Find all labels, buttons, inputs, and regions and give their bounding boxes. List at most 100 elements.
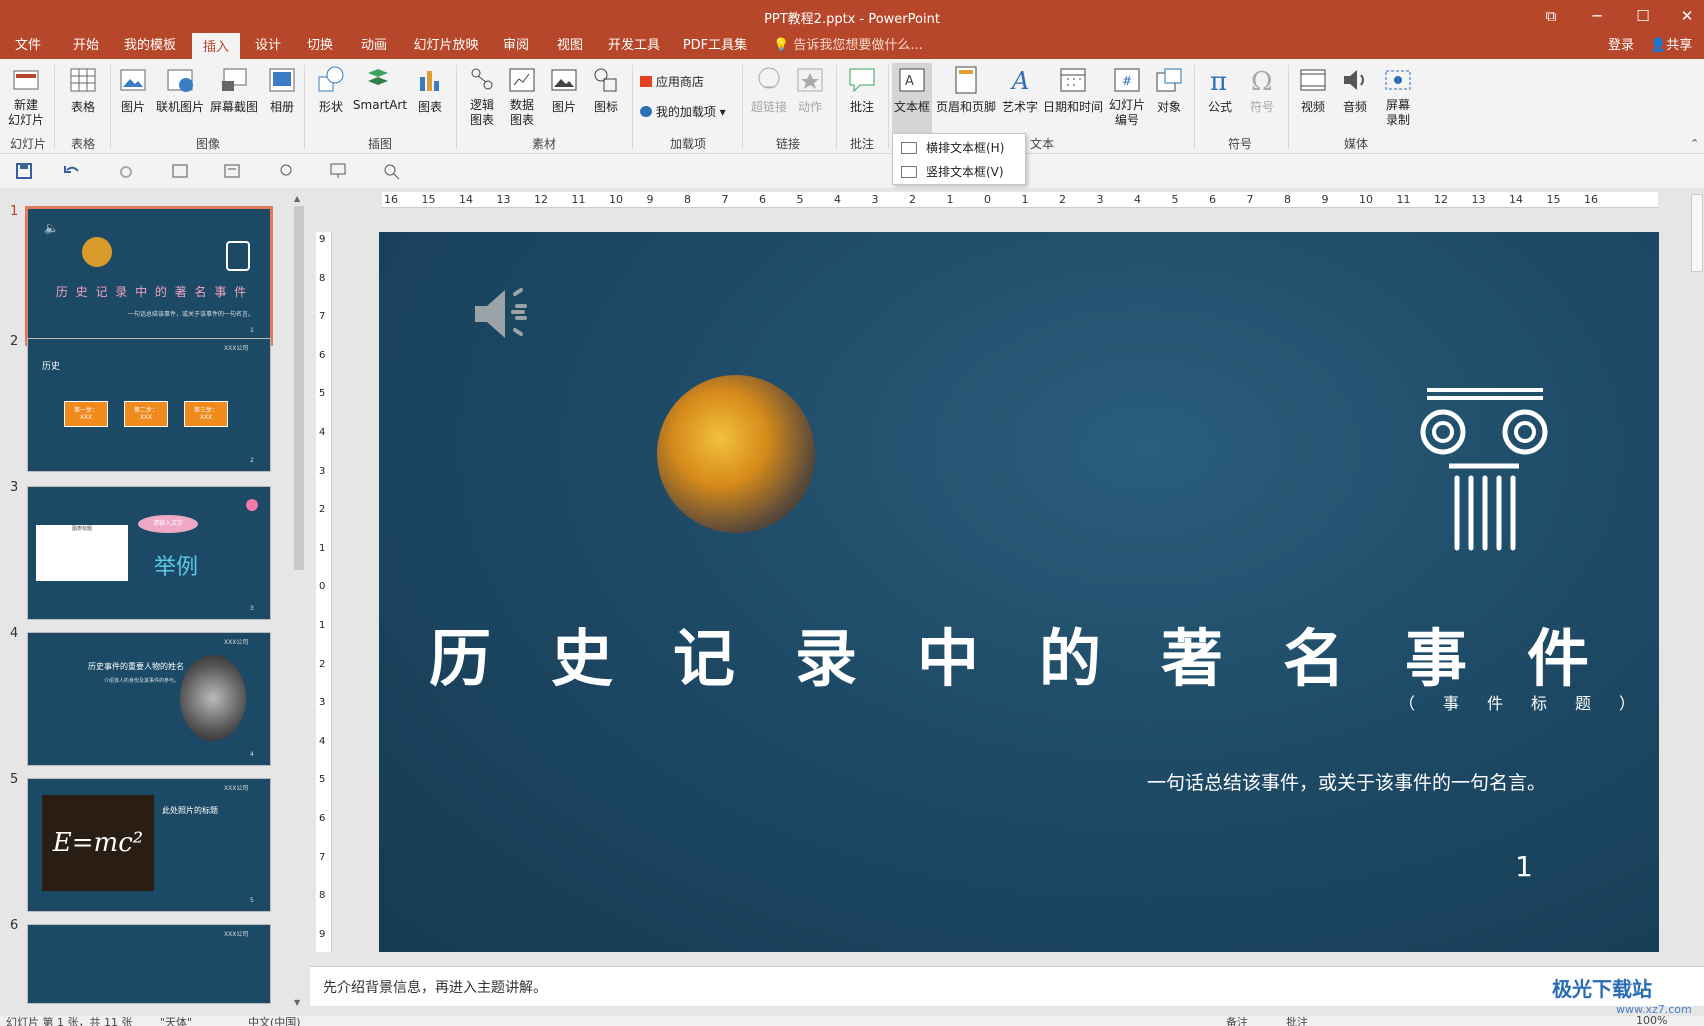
screenshot-button[interactable]: 屏幕截图 xyxy=(208,63,260,133)
shapes-button[interactable]: 形状 xyxy=(312,63,350,133)
vertical-textbox-item[interactable]: 竖排文本框(V) xyxy=(893,160,1025,184)
slide-quote[interactable]: 一句话总结该事件，或关于该事件的一句名言。 xyxy=(1147,768,1546,795)
thumb-chart: 图表标题 xyxy=(36,525,128,581)
notes-toggle[interactable]: 备注 xyxy=(1226,1016,1248,1026)
online-picture-button[interactable]: 联机图片 xyxy=(154,63,206,133)
pillar-icon xyxy=(226,241,250,271)
thumb-page: 5 xyxy=(250,897,254,904)
share-button[interactable]: 👤共享 xyxy=(1650,33,1692,59)
tab-file[interactable]: 文件 xyxy=(8,33,48,59)
slide-thumbnail-1[interactable]: 🔈 历 史 记 录 中 的 著 名 事 件 一句话总结该事件，或关于该事件的一句… xyxy=(25,206,273,346)
group-illustrations: 插图 xyxy=(367,137,392,151)
action-button[interactable]: 动作 xyxy=(792,63,828,133)
redo-icon[interactable] xyxy=(116,162,136,180)
logic-chart-button[interactable]: 逻辑 图表 xyxy=(464,63,500,133)
tab-my-templates[interactable]: 我的模板 xyxy=(122,33,178,59)
minimize-button[interactable]: ─ xyxy=(1582,5,1612,27)
picture-button[interactable]: 图片 xyxy=(116,63,150,133)
slide-page-number[interactable]: 1 xyxy=(1515,850,1533,883)
my-addins-button[interactable]: 我的加载项 ▾ xyxy=(640,103,736,121)
formula-image: E=mc² xyxy=(42,795,154,891)
ruler-mark: 7 xyxy=(319,851,326,863)
chevron-down-icon: ▾ xyxy=(719,105,726,119)
ruler-mark: 1 xyxy=(319,620,326,631)
tab-slideshow[interactable]: 幻灯片放映 xyxy=(412,33,480,59)
ruler-mark: 14 xyxy=(459,193,473,206)
material-picture-button[interactable]: 图片 xyxy=(546,63,582,133)
save-icon[interactable] xyxy=(14,162,34,180)
comment-button[interactable]: 批注 xyxy=(842,63,882,133)
canvas-scrollbar[interactable] xyxy=(1690,190,1704,966)
print-preview-icon[interactable] xyxy=(382,162,402,180)
slide-title[interactable]: 历史记录中的著名事件 xyxy=(379,608,1659,698)
slide-thumbnail-2[interactable]: 历史 XXX公司 第一步： XXX 第二步： XXX 第三步： XXX 2 xyxy=(27,338,271,472)
slideshow-icon[interactable] xyxy=(328,162,348,180)
slide-number-button[interactable]: # 幻灯片 编号 xyxy=(1106,63,1148,133)
audio-button[interactable]: 音频 xyxy=(1336,63,1374,133)
close-button[interactable]: ✕ xyxy=(1672,5,1702,27)
object-button[interactable]: 对象 xyxy=(1152,63,1186,133)
slide-thumbnail-4[interactable]: XXX公司 历史事件的重要人物的姓名 介绍该人的身份及其事件的参与。 4 xyxy=(27,632,271,766)
tab-review[interactable]: 审阅 xyxy=(498,33,534,59)
chart-button[interactable]: 图表 xyxy=(412,63,448,133)
thumbnails-scrollbar[interactable]: ▲ ▼ xyxy=(292,192,306,1012)
thumb-number: 2 xyxy=(10,334,19,349)
new-slide-button[interactable]: 新建 幻灯片 xyxy=(6,63,46,133)
from-beginning-icon[interactable] xyxy=(170,162,190,180)
hyperlink-button[interactable]: 超链接 xyxy=(748,63,790,133)
tab-developer[interactable]: 开发工具 xyxy=(606,33,662,59)
ribbon-display-options-icon[interactable]: ⧉ xyxy=(1536,5,1566,27)
slide-thumbnail-5[interactable]: XXX公司 E=mc² 此处照片的标题 5 xyxy=(27,778,271,912)
svg-text:A: A xyxy=(905,74,914,89)
header-footer-button[interactable]: 页眉和页脚 xyxy=(936,63,996,133)
tab-animations[interactable]: 动画 xyxy=(356,33,392,59)
table-button[interactable]: 表格 xyxy=(64,63,102,133)
collapse-ribbon-icon[interactable]: ⌃ xyxy=(1690,137,1699,150)
scroll-up-icon[interactable]: ▲ xyxy=(294,194,300,203)
screen-record-button[interactable]: 屏幕 录制 xyxy=(1378,63,1418,133)
tab-design[interactable]: 设计 xyxy=(250,33,286,59)
notes-pane[interactable]: 先介绍背景信息，再进入主题讲解。 xyxy=(310,966,1704,1006)
tab-pdf-tools[interactable]: PDF工具集 xyxy=(682,33,748,59)
slide-layout-icon[interactable] xyxy=(222,162,242,180)
data-chart-button[interactable]: 数据 图表 xyxy=(504,63,540,133)
ruler-mark: 4 xyxy=(319,735,326,747)
present-online-icon[interactable] xyxy=(276,162,296,180)
textbox-dropdown: 横排文本框(H) 竖排文本框(V) xyxy=(892,133,1026,185)
tab-view[interactable]: 视图 xyxy=(552,33,588,59)
maximize-button[interactable]: ☐ xyxy=(1628,5,1658,27)
tab-home[interactable]: 开始 xyxy=(66,33,106,59)
wordart-button[interactable]: A 艺术字 xyxy=(1000,63,1040,133)
scroll-thumb[interactable] xyxy=(1691,194,1703,272)
login-link[interactable]: 登录 xyxy=(1608,33,1634,59)
video-button[interactable]: 视频 xyxy=(1294,63,1332,133)
icon-button[interactable]: 图标 xyxy=(588,63,624,133)
textbox-button[interactable]: A 文本框 xyxy=(892,63,932,133)
slide-1-canvas[interactable]: 历史记录中的著名事件 （事件标题） 一句话总结该事件，或关于该事件的一句名言。 … xyxy=(379,232,1659,952)
ruler-mark: 13 xyxy=(1471,193,1486,206)
scroll-thumb[interactable] xyxy=(294,206,304,570)
album-button[interactable]: 相册 xyxy=(264,63,300,133)
ribbon-insert: 新建 幻灯片 幻灯片 表格 表格 图片 联机图片 屏幕截图 相册 图像 形状 S… xyxy=(0,59,1704,154)
tab-insert[interactable]: 插入 xyxy=(192,33,240,59)
textbox-icon: A xyxy=(899,68,925,92)
zoom-level[interactable]: 100% xyxy=(1636,1016,1667,1026)
undo-icon[interactable] xyxy=(62,162,82,180)
symbol-button[interactable]: Ω 符号 xyxy=(1244,63,1280,133)
speaker-icon[interactable] xyxy=(471,284,539,344)
comments-toggle[interactable]: 批注 xyxy=(1286,1016,1308,1026)
tell-me-box[interactable]: 💡 告诉我您想要做什么... xyxy=(773,33,923,59)
horizontal-textbox-item[interactable]: 横排文本框(H) xyxy=(893,136,1025,160)
tab-transitions[interactable]: 切换 xyxy=(302,33,338,59)
icons-icon xyxy=(594,68,617,92)
ruler-mark: 0 xyxy=(319,581,326,593)
slide-thumbnail-6[interactable]: XXX公司 xyxy=(27,924,271,1004)
smartart-button[interactable]: SmartArt xyxy=(352,63,408,133)
scroll-down-icon[interactable]: ▼ xyxy=(294,998,300,1007)
equation-button[interactable]: π 公式 xyxy=(1200,63,1240,133)
app-store-button[interactable]: 应用商店 xyxy=(640,73,722,91)
slide-thumbnail-3[interactable]: 图表标题 请输入文字 举例 3 xyxy=(27,486,271,620)
slide-subtitle[interactable]: （事件标题） xyxy=(1399,690,1659,714)
datetime-button[interactable]: 日期和时间 xyxy=(1042,63,1104,133)
ruler-mark: 13 xyxy=(496,193,511,206)
